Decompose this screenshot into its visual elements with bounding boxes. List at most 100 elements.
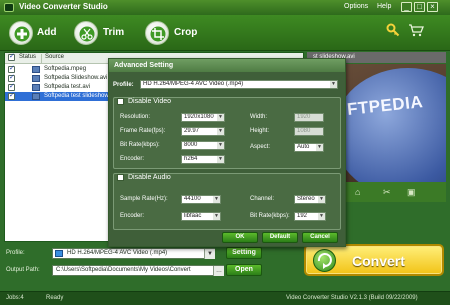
default-button[interactable]: Default bbox=[262, 232, 298, 243]
dialog-profile-value: HD H.264/MPEG-4 AVC Video (.mp4) bbox=[143, 81, 244, 87]
add-label[interactable]: Add bbox=[37, 27, 56, 38]
aspect-select[interactable]: Auto ▼ bbox=[294, 143, 324, 152]
open-button[interactable]: Open bbox=[226, 264, 262, 276]
chevron-down-icon[interactable]: ▼ bbox=[217, 114, 224, 121]
trim-button[interactable] bbox=[74, 21, 98, 45]
output-path-value: C:\Users\Softpedia\Documents\My Videos\C… bbox=[56, 267, 191, 273]
disable-video-checkbox[interactable] bbox=[117, 98, 124, 105]
width-label: Width: bbox=[250, 114, 268, 120]
select-all-checkbox[interactable] bbox=[8, 52, 15, 61]
resolution-select[interactable]: 1920x1080 ▼ bbox=[181, 113, 225, 122]
plus-icon bbox=[14, 26, 30, 42]
width-field[interactable]: 1920 bbox=[294, 113, 324, 122]
key-icon[interactable] bbox=[386, 23, 400, 37]
title-bar: Video Converter Studio Options Help _ □ … bbox=[0, 0, 450, 15]
video-settings-group: Disable Video Resolution: 1920x1080 ▼ Fr… bbox=[113, 97, 341, 169]
video-encoder-value: h264 bbox=[184, 156, 198, 162]
resolution-label: Resolution: bbox=[120, 114, 151, 120]
disable-audio-label: Disable Audio bbox=[128, 174, 171, 181]
trim-label[interactable]: Trim bbox=[103, 27, 124, 38]
channel-select[interactable]: Stereo ▼ bbox=[294, 195, 326, 204]
chevron-down-icon[interactable]: ▼ bbox=[204, 249, 215, 259]
setting-button[interactable]: Setting bbox=[226, 247, 262, 259]
video-file-icon bbox=[32, 66, 40, 73]
status-state: Ready bbox=[46, 295, 64, 301]
column-divider bbox=[41, 54, 42, 63]
row-source: Softpedia.mpeg bbox=[44, 66, 87, 72]
row-checkbox[interactable] bbox=[8, 82, 15, 91]
row-checkbox[interactable] bbox=[8, 91, 15, 100]
audio-bitrate-value: 192 bbox=[297, 213, 308, 219]
column-source[interactable]: Source bbox=[45, 54, 64, 60]
minimize-button[interactable]: _ bbox=[401, 2, 412, 12]
aspect-label: Aspect: bbox=[250, 144, 271, 150]
chevron-down-icon[interactable]: ▼ bbox=[330, 81, 337, 88]
video-encoder-label: Encoder: bbox=[120, 156, 145, 162]
video-file-icon bbox=[32, 84, 40, 91]
audio-settings-group: Disable Audio Sample Rate(Hz): 44100 ▼ E… bbox=[113, 173, 341, 230]
video-encoder-select[interactable]: h264 ▼ bbox=[181, 155, 225, 164]
height-label: Height: bbox=[250, 128, 270, 134]
browse-folder-icon[interactable]: … bbox=[213, 266, 224, 276]
status-jobs: Jobs:4 bbox=[6, 295, 24, 301]
chevron-down-icon[interactable]: ▼ bbox=[217, 128, 224, 135]
audio-encoder-value: libfaac bbox=[184, 213, 202, 219]
cart-icon[interactable] bbox=[408, 23, 424, 37]
convert-arrow-icon bbox=[313, 249, 336, 272]
app-title: Video Converter Studio bbox=[19, 2, 108, 11]
chevron-down-icon[interactable]: ▼ bbox=[213, 213, 220, 220]
close-button[interactable]: × bbox=[427, 2, 438, 12]
snapshot-icon[interactable]: ⌂ bbox=[355, 187, 360, 197]
crop-button[interactable] bbox=[145, 21, 169, 45]
capture-icon[interactable]: ▣ bbox=[407, 187, 416, 198]
status-version: Video Converter Studio V2.1.3 (Build 09/… bbox=[286, 295, 418, 301]
tools-icon[interactable]: ✂ bbox=[383, 187, 391, 198]
chevron-down-icon[interactable]: ▼ bbox=[318, 196, 325, 203]
row-checkbox[interactable] bbox=[8, 64, 15, 73]
menu-help[interactable]: Help bbox=[377, 3, 391, 10]
height-field[interactable]: 1080 bbox=[294, 127, 324, 136]
cancel-button[interactable]: Cancel bbox=[302, 232, 338, 243]
advanced-setting-dialog: Advanced Setting Profile: HD H.264/MPEG-… bbox=[108, 58, 346, 247]
disable-audio-checkbox[interactable] bbox=[117, 174, 124, 181]
audio-bitrate-label: Bit Rate(kbps): bbox=[250, 213, 290, 219]
resolution-value: 1920x1080 bbox=[184, 114, 214, 120]
chevron-down-icon[interactable]: ▼ bbox=[217, 142, 224, 149]
channel-label: Channel: bbox=[250, 196, 275, 202]
samplerate-label: Sample Rate(Hz): bbox=[120, 196, 168, 202]
samplerate-select[interactable]: 44100 ▼ bbox=[181, 195, 221, 204]
video-bitrate-label: Bit Rate(kbps): bbox=[120, 142, 160, 148]
ok-button[interactable]: OK bbox=[222, 232, 258, 243]
row-source: Softpedia Slideshow.avi bbox=[44, 75, 108, 81]
framerate-select[interactable]: 29.97 ▼ bbox=[181, 127, 225, 136]
crop-label[interactable]: Crop bbox=[174, 27, 197, 38]
output-path-label: Output Path: bbox=[6, 267, 40, 273]
menu-options[interactable]: Options bbox=[344, 3, 368, 10]
profile-value: HD H.264/MPEG-4 AVC Video (.mp4) bbox=[67, 250, 168, 256]
video-bitrate-select[interactable]: 8000 ▼ bbox=[181, 141, 225, 150]
chevron-down-icon[interactable]: ▼ bbox=[213, 196, 220, 203]
preview-image bbox=[333, 68, 446, 182]
profile-label: Profile: bbox=[6, 250, 25, 256]
chevron-down-icon[interactable]: ▼ bbox=[316, 144, 323, 151]
toolbar: Add Trim Crop bbox=[0, 15, 450, 51]
status-bar: Jobs:4 Ready Video Converter Studio V2.1… bbox=[0, 291, 450, 305]
add-button[interactable] bbox=[9, 21, 33, 45]
dialog-title: Advanced Setting bbox=[114, 62, 174, 69]
audio-bitrate-select[interactable]: 192 ▼ bbox=[294, 212, 326, 221]
convert-label: Convert bbox=[352, 253, 405, 269]
video-file-icon bbox=[32, 93, 40, 100]
dialog-profile-select[interactable]: HD H.264/MPEG-4 AVC Video (.mp4) ▼ bbox=[140, 80, 338, 89]
profile-select[interactable]: HD H.264/MPEG-4 AVC Video (.mp4) ▼ bbox=[52, 248, 215, 259]
column-status[interactable]: Status bbox=[19, 54, 36, 60]
row-checkbox[interactable] bbox=[8, 73, 15, 82]
row-source: Softpedia test slideshow bbox=[44, 93, 109, 99]
audio-encoder-select[interactable]: libfaac ▼ bbox=[181, 212, 221, 221]
maximize-button[interactable]: □ bbox=[414, 2, 425, 12]
audio-encoder-label: Encoder: bbox=[120, 213, 145, 219]
chevron-down-icon[interactable]: ▼ bbox=[318, 213, 325, 220]
dialog-title-bar[interactable]: Advanced Setting bbox=[109, 59, 345, 72]
output-path-field[interactable]: C:\Users\Softpedia\Documents\My Videos\C… bbox=[52, 265, 224, 276]
convert-button[interactable]: Convert bbox=[304, 244, 444, 276]
chevron-down-icon[interactable]: ▼ bbox=[217, 156, 224, 163]
